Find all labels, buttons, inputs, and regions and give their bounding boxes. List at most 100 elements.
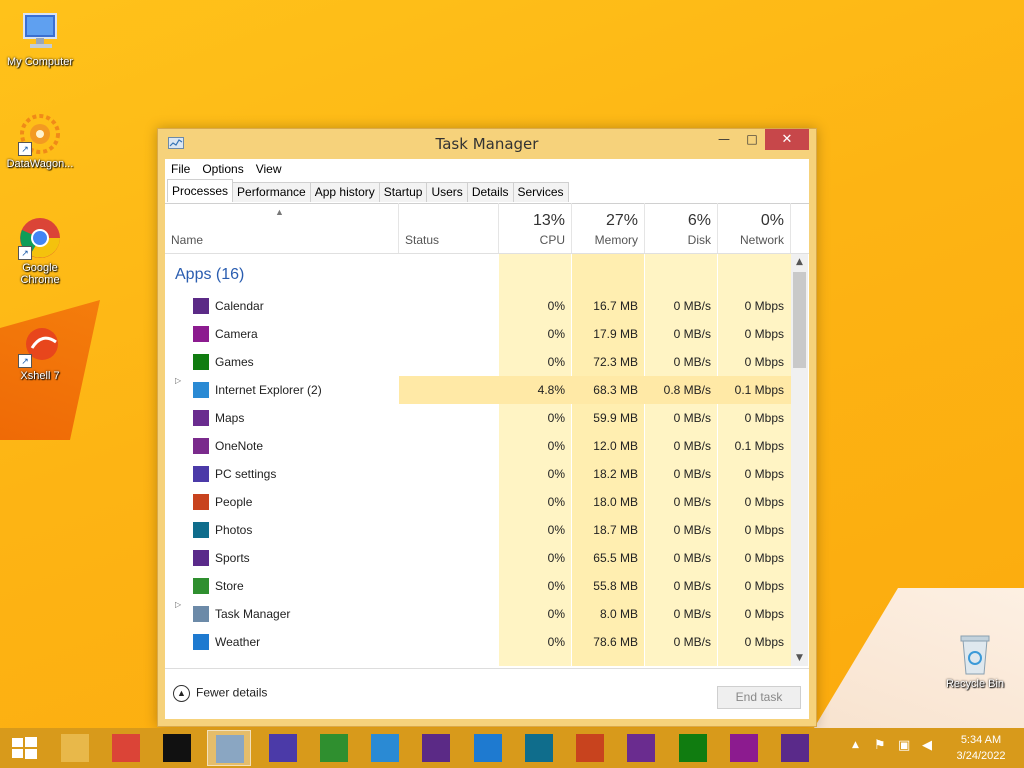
desktop-icon-my-computer[interactable]: My Computer bbox=[0, 10, 80, 68]
table-row[interactable]: PC settings 0% 18.2 MB 0 MB/s 0 Mbps bbox=[165, 460, 791, 488]
maximize-button[interactable]: □ bbox=[738, 129, 766, 150]
datawagon-icon: ↗ bbox=[18, 112, 62, 156]
desktop-icon-label: Recycle Bin bbox=[945, 678, 1005, 690]
taskbar-button-camera[interactable] bbox=[722, 730, 766, 766]
taskbar-button-trophy[interactable] bbox=[773, 730, 817, 766]
column-header-name[interactable]: ▲ Name bbox=[165, 203, 399, 253]
process-name: Weather bbox=[215, 635, 261, 649]
taskbar-button-weather[interactable] bbox=[466, 730, 510, 766]
fewer-details-button[interactable]: ▲ Fewer details bbox=[173, 685, 267, 702]
minimize-button[interactable]: — bbox=[710, 129, 738, 150]
column-header-network[interactable]: 0% Network bbox=[718, 203, 791, 253]
taskbar-button-task-manager[interactable] bbox=[207, 730, 251, 766]
vertical-scrollbar[interactable]: ▲ ▼ bbox=[791, 254, 808, 666]
column-header-memory[interactable]: 27% Memory bbox=[572, 203, 645, 253]
memory-cell: 18.2 MB bbox=[593, 467, 638, 481]
disk-cell: 0 MB/s bbox=[673, 551, 711, 565]
table-row[interactable]: Sports 0% 65.5 MB 0 MB/s 0 Mbps bbox=[165, 544, 791, 572]
process-name: Games bbox=[215, 355, 254, 369]
table-row[interactable]: ▷ Task Manager 0% 8.0 MB 0 MB/s 0 Mbps bbox=[165, 600, 791, 628]
expand-arrow-icon[interactable]: ▷ bbox=[175, 600, 181, 609]
table-row[interactable]: People 0% 18.0 MB 0 MB/s 0 Mbps bbox=[165, 488, 791, 516]
memory-cell: 59.9 MB bbox=[593, 411, 638, 425]
column-header-cpu[interactable]: 13% CPU bbox=[499, 203, 572, 253]
table-row[interactable]: Maps 0% 59.9 MB 0 MB/s 0 Mbps bbox=[165, 404, 791, 432]
table-row[interactable]: Camera 0% 17.9 MB 0 MB/s 0 Mbps bbox=[165, 320, 791, 348]
status-cell bbox=[399, 572, 499, 600]
expand-arrow-icon[interactable]: ▷ bbox=[175, 376, 181, 385]
menu-file[interactable]: File bbox=[165, 159, 196, 176]
disk-cell: 0 MB/s bbox=[673, 495, 711, 509]
group-title-apps: Apps (16) bbox=[175, 266, 245, 283]
tab-startup[interactable]: Startup bbox=[378, 182, 428, 202]
network-cell: 0 Mbps bbox=[744, 579, 784, 593]
taskbar-button-file-explorer[interactable] bbox=[53, 730, 97, 766]
column-header-status[interactable]: Status bbox=[399, 203, 499, 253]
taskbar-button-terminal[interactable] bbox=[155, 730, 199, 766]
status-cell bbox=[399, 544, 499, 572]
desktop-icon-google-chrome[interactable]: ↗ Google Chrome bbox=[0, 216, 80, 286]
chrome-icon: ↗ bbox=[18, 216, 62, 260]
tab-services[interactable]: Services bbox=[512, 182, 569, 202]
tab-details[interactable]: Details bbox=[466, 182, 514, 202]
table-row[interactable]: Store 0% 55.8 MB 0 MB/s 0 Mbps bbox=[165, 572, 791, 600]
table-row[interactable]: Calendar 0% 16.7 MB 0 MB/s 0 Mbps bbox=[165, 292, 791, 320]
system-tray: ▲ ⚑ ▣ ◀ bbox=[852, 728, 942, 768]
process-name: Sports bbox=[215, 551, 250, 565]
table-row[interactable]: Games 0% 72.3 MB 0 MB/s 0 Mbps bbox=[165, 348, 791, 376]
status-cell bbox=[399, 348, 499, 376]
end-task-button[interactable]: End task bbox=[717, 686, 801, 709]
taskbar-button-photos[interactable] bbox=[517, 730, 561, 766]
taskbar-button-games[interactable] bbox=[671, 730, 715, 766]
table-row[interactable]: Photos 0% 18.7 MB 0 MB/s 0 Mbps bbox=[165, 516, 791, 544]
taskbar: ▲ ⚑ ▣ ◀ 5:34 AM 3/24/2022 bbox=[0, 728, 1024, 768]
taskbar-button-chrome[interactable] bbox=[104, 730, 148, 766]
taskbar-button-people[interactable] bbox=[568, 730, 612, 766]
games-icon bbox=[679, 734, 707, 762]
process-name-cell: Weather bbox=[191, 628, 401, 656]
process-list: Apps (16) Calendar 0% 16.7 MB 0 MB/s 0 Mbps C… bbox=[165, 254, 791, 666]
menu-view[interactable]: View bbox=[250, 159, 288, 176]
photos-icon bbox=[525, 734, 553, 762]
taskbar-button-calendar[interactable] bbox=[414, 730, 458, 766]
disk-cell: 0 MB/s bbox=[673, 355, 711, 369]
column-header-disk[interactable]: 6% Disk bbox=[645, 203, 718, 253]
taskbar-button-maps[interactable] bbox=[619, 730, 663, 766]
people-icon bbox=[193, 494, 209, 510]
taskbar-button-gear[interactable] bbox=[261, 730, 305, 766]
cpu-cell: 0% bbox=[547, 635, 565, 649]
tab-performance[interactable]: Performance bbox=[232, 182, 311, 202]
desktop-icon-datawagon[interactable]: ↗ DataWagon... bbox=[0, 112, 80, 170]
taskbar-button-start[interactable] bbox=[2, 730, 46, 766]
scroll-down-icon[interactable]: ▼ bbox=[791, 650, 808, 666]
table-row[interactable]: Weather 0% 78.6 MB 0 MB/s 0 Mbps bbox=[165, 628, 791, 656]
tab-users[interactable]: Users bbox=[426, 182, 468, 202]
table-row[interactable]: ▷ Internet Explorer (2) 4.8% 68.3 MB 0.8 MB/… bbox=[165, 376, 791, 404]
action-center-flag-icon[interactable]: ⚑ bbox=[874, 738, 886, 753]
title-bar[interactable]: Task Manager — □ ✕ bbox=[158, 129, 816, 159]
volume-muted-icon[interactable]: ◀ bbox=[922, 738, 932, 753]
disk-cell: 0 MB/s bbox=[673, 327, 711, 341]
network-icon[interactable]: ▣ bbox=[898, 738, 910, 753]
tab-app-history[interactable]: App history bbox=[309, 182, 380, 202]
taskbar-button-internet-explorer[interactable] bbox=[363, 730, 407, 766]
desktop-icon-xshell[interactable]: ↗ Xshell 7 bbox=[0, 324, 80, 382]
process-name-cell: Camera bbox=[191, 320, 401, 348]
cpu-cell: 0% bbox=[547, 327, 565, 341]
desktop-icon-recycle-bin[interactable]: Recycle Bin bbox=[935, 632, 1015, 690]
memory-cell: 18.0 MB bbox=[593, 495, 638, 509]
taskbar-button-store[interactable] bbox=[312, 730, 356, 766]
table-row[interactable]: OneNote 0% 12.0 MB 0 MB/s 0.1 Mbps bbox=[165, 432, 791, 460]
tab-processes[interactable]: Processes bbox=[167, 179, 234, 202]
network-cell: 0 Mbps bbox=[744, 607, 784, 621]
internet-explorer-icon bbox=[193, 382, 209, 398]
menu-options[interactable]: Options bbox=[196, 159, 249, 176]
network-cell: 0 Mbps bbox=[744, 551, 784, 565]
disk-cell: 0 MB/s bbox=[673, 607, 711, 621]
scrollbar-thumb[interactable] bbox=[793, 272, 806, 368]
close-button[interactable]: ✕ bbox=[765, 129, 809, 150]
scroll-up-icon[interactable]: ▲ bbox=[791, 254, 808, 270]
status-cell bbox=[399, 600, 499, 628]
clock[interactable]: 5:34 AM 3/24/2022 bbox=[946, 732, 1016, 764]
show-hidden-icons-icon[interactable]: ▲ bbox=[852, 740, 859, 750]
